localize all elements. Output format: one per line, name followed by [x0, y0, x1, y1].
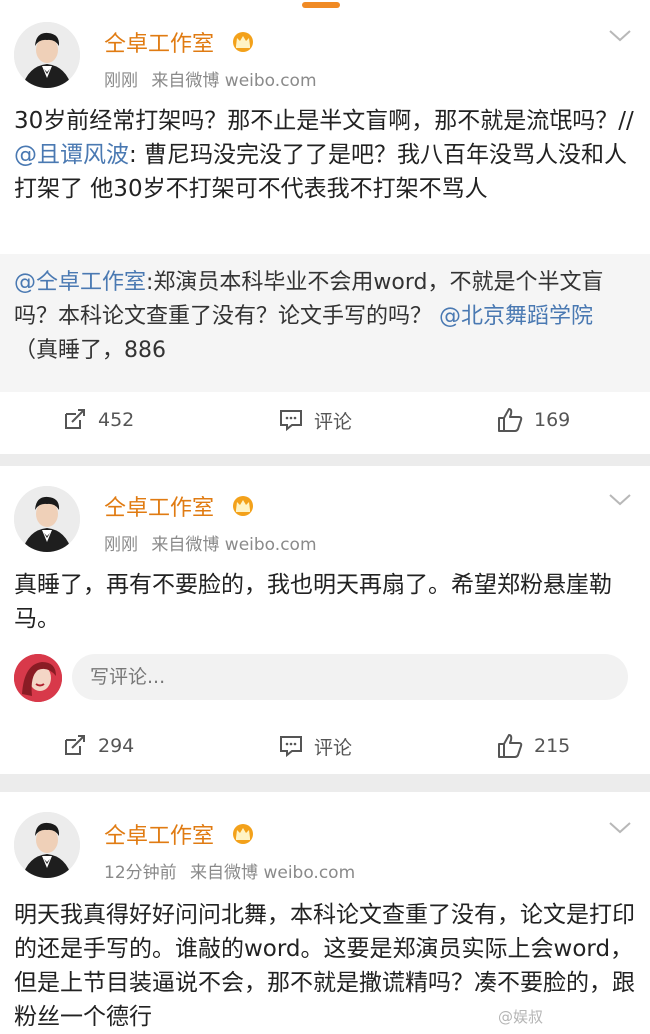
avatar[interactable] [14, 812, 80, 878]
post-meta: 刚刚 来自微博 weibo.com [104, 530, 317, 555]
username[interactable]: 仝卓工作室 [104, 26, 214, 58]
post-time: 刚刚 [104, 71, 138, 91]
post-meta: 12分钟前 来自微博 weibo.com [104, 858, 355, 883]
comment-button[interactable]: 评论 [278, 390, 352, 450]
action-bar: 294 评论 215 [0, 716, 650, 776]
repost-icon [65, 735, 85, 755]
weibo-post: 仝卓工作室 刚刚 来自微博 weibo.com 30岁前经常打架吗？那不止是半文… [0, 14, 650, 454]
crown-badge-icon [233, 32, 253, 52]
status-bar [0, 0, 650, 14]
comment-bar: 写评论... [0, 646, 650, 708]
crown-badge-icon [233, 824, 253, 844]
avatar[interactable] [14, 22, 80, 88]
comment-icon [280, 736, 302, 758]
weibo-post: 仝卓工作室 12分钟前 来自微博 weibo.com 明天我真得好好问问北舞，本… [0, 792, 650, 1033]
repost-button[interactable]: 294 [62, 716, 134, 776]
username[interactable]: 仝卓工作室 [104, 490, 214, 522]
username[interactable]: 仝卓工作室 [104, 818, 214, 850]
chevron-down-icon[interactable] [606, 818, 634, 838]
chevron-down-icon[interactable] [606, 26, 634, 46]
mention-link[interactable]: @且谭风波 [14, 142, 129, 168]
comment-label: 评论 [314, 410, 353, 433]
action-bar: 452 评论 169 [0, 390, 650, 450]
comment-label: 评论 [314, 736, 353, 759]
like-icon [498, 734, 523, 758]
current-user-avatar[interactable] [14, 654, 62, 702]
scroll-indicator [302, 2, 340, 8]
post-text-main: 30岁前经常打架吗？那不止是半文盲啊，那不就是流氓吗？// [14, 108, 634, 134]
quote-author-link[interactable]: @仝卓工作室 [14, 270, 146, 295]
watermark: @娱叔 [498, 1008, 544, 1026]
post-separator [0, 454, 650, 466]
post-time: 刚刚 [104, 535, 138, 555]
like-button[interactable]: 169 [496, 390, 570, 450]
quote-tail: （真睡了，886 [14, 338, 166, 363]
post-source: 来自微博 weibo.com [190, 863, 356, 883]
post-source: 来自微博 weibo.com [151, 535, 317, 555]
post-separator [0, 774, 650, 792]
quote-mention-link[interactable]: @北京舞蹈学院 [439, 304, 593, 329]
avatar[interactable] [14, 486, 80, 552]
comment-button[interactable]: 评论 [278, 716, 352, 776]
chevron-down-icon[interactable] [606, 490, 634, 510]
repost-button[interactable]: 452 [62, 390, 134, 450]
repost-count: 452 [98, 409, 135, 431]
like-button[interactable]: 215 [496, 716, 570, 776]
crown-badge-icon [233, 496, 253, 516]
like-icon [498, 408, 523, 432]
quote-text: @仝卓工作室:郑演员本科毕业不会用word，不就是个半文盲吗？本科论文查重了没有… [14, 266, 634, 368]
reposted-original[interactable]: @仝卓工作室:郑演员本科毕业不会用word，不就是个半文盲吗？本科论文查重了没有… [0, 254, 650, 392]
comment-input[interactable]: 写评论... [72, 654, 628, 700]
post-meta: 刚刚 来自微博 weibo.com [104, 66, 317, 91]
comment-icon [280, 410, 302, 432]
post-source: 来自微博 weibo.com [151, 71, 317, 91]
repost-count: 294 [98, 735, 135, 757]
post-text: 30岁前经常打架吗？那不止是半文盲啊，那不就是流氓吗？//@且谭风波: 曹尼玛没… [14, 104, 636, 206]
repost-icon [65, 409, 85, 429]
like-count: 215 [534, 735, 571, 757]
weibo-post: 仝卓工作室 刚刚 来自微博 weibo.com 真睡了，再有不要脸的，我也明天再… [0, 466, 650, 774]
post-text: 真睡了，再有不要脸的，我也明天再扇了。希望郑粉悬崖勒马。 [14, 572, 612, 632]
post-time: 12分钟前 [104, 863, 177, 883]
like-count: 169 [534, 409, 571, 431]
